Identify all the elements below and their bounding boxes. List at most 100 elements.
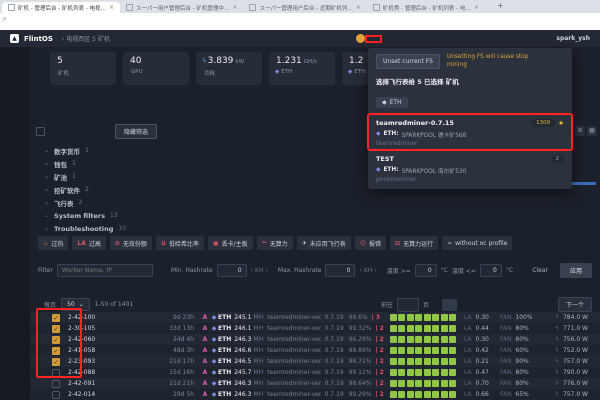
row-checkbox[interactable]: ✓ — [52, 358, 60, 366]
table-row[interactable]: ✓ 2-30-105 33d 13h A ◆ ETH 246.1 MH team… — [30, 323, 600, 334]
tab-title: 矿机秀 - 管理后台 - 矿机列表 - 电… — [383, 4, 471, 12]
min-hashrate-input[interactable] — [217, 264, 247, 277]
gpu-status-square — [415, 369, 422, 376]
sidebar-filter-group[interactable]: ⌄ 矿池 1 — [44, 170, 126, 183]
coin-filter-chip[interactable]: ◆ ETH — [376, 97, 408, 108]
page-button[interactable] — [532, 299, 547, 311]
apply-filters-button[interactable]: 应用 — [560, 263, 592, 278]
unit-dec-icon[interactable]: ‹ — [251, 267, 253, 274]
grid-view-icon[interactable]: ▦ — [587, 126, 597, 136]
unit-inc-icon[interactable]: › — [374, 267, 376, 274]
chevron-down-icon[interactable]: ⌄ — [44, 147, 49, 154]
sidebar-filter-group[interactable]: ⌄ 飞行表 2 — [44, 196, 126, 209]
hashrate-unit: MH — [253, 358, 263, 365]
trouble-chip[interactable]: ⊘ 无效份额 — [110, 236, 152, 250]
browser-tab[interactable]: スーパー用户管理后台 - 矿机管理中… × — [120, 2, 243, 13]
tab-close-icon[interactable]: × — [474, 4, 479, 11]
goto-label: 前往 — [381, 300, 393, 309]
worker-name[interactable]: 2-42-060 — [68, 336, 152, 343]
row-checkbox[interactable]: ✓ — [52, 336, 60, 344]
hide-filters-button[interactable]: 隐藏筛选 — [115, 124, 157, 139]
new-tab-button[interactable]: + — [497, 1, 504, 11]
row-checkbox[interactable]: ✓ — [52, 347, 60, 355]
row-checkbox[interactable]: ✓ — [52, 325, 60, 333]
trouble-chip[interactable]: LA 过高 — [72, 236, 105, 250]
tab-close-icon[interactable]: × — [232, 4, 237, 11]
sidebar-filter-group[interactable]: ⌄ System filters 13 — [44, 209, 126, 222]
worker-name[interactable]: 2-30-105 — [68, 325, 152, 332]
worker-name[interactable]: 2-41-058 — [68, 347, 152, 354]
sidebar-filter-group[interactable]: ⌄ Troubleshooting 10 — [44, 222, 126, 235]
power-icon: ϟ — [555, 391, 559, 398]
browser-tab[interactable]: 矿机 - 管理后台 - 矿机列表 - 电视… × — [2, 2, 120, 13]
unit-dec-icon[interactable]: ‹ — [359, 267, 361, 274]
page-button[interactable] — [478, 299, 493, 311]
select-all-checkbox[interactable] — [36, 127, 45, 136]
table-row[interactable]: ✓ 2-42-088 15d 16h A ◆ ETH 245.7 MH team… — [30, 367, 600, 378]
chevron-down-icon[interactable]: ⌄ — [44, 160, 49, 167]
trouble-chip[interactable]: ≈ without oc profile — [442, 236, 512, 250]
tab-close-icon[interactable]: × — [356, 4, 361, 11]
unset-current-fs-button[interactable]: Unset current FS — [376, 54, 440, 69]
chevron-down-icon[interactable]: ⌄ — [44, 186, 49, 193]
trouble-chip[interactable]: ▣ 丢卡/主板 — [208, 236, 253, 250]
la-label: LA — [464, 336, 472, 343]
page-button[interactable] — [514, 299, 529, 311]
page-button[interactable] — [442, 299, 457, 311]
trouble-chip[interactable]: ✈ 未应用飞行表 — [297, 236, 351, 250]
trouble-chip[interactable]: ⊡ 无算力运行 — [390, 236, 438, 250]
table-row[interactable]: ✓ 2-42-060 24d 4h A ◆ ETH 246.3 MH teamr… — [30, 334, 600, 345]
sidebar-filter-group[interactable]: ⌄ 数字货币 1 — [44, 144, 126, 157]
per-page-select[interactable]: 50 ⌄ — [61, 298, 90, 311]
trouble-chip[interactable]: ☹ 报错 — [355, 236, 386, 250]
breadcrumb[interactable]: ‹ 电视西区 5 矿机 — [62, 34, 110, 43]
worker-name[interactable]: 2-42-088 — [68, 369, 152, 376]
browser-tab[interactable]: スーパー管理用户后台 - 近期矿机列… × — [243, 2, 366, 13]
worker-name[interactable]: 2-23-093 — [68, 358, 152, 365]
trouble-chip[interactable]: ⇊ 低哈希比率 — [156, 236, 204, 250]
max-hashrate-input[interactable] — [325, 264, 355, 277]
table-row[interactable]: ✓ 2-23-093 21d 17h A ◆ ETH 246.5 MH team… — [30, 356, 600, 367]
toolbar-icon[interactable] — [356, 34, 365, 43]
filter-label: Filter — [38, 267, 53, 274]
chevron-down-icon[interactable]: ⌄ — [44, 173, 49, 180]
temp-unit: °C — [441, 267, 448, 274]
row-checkbox[interactable]: ✓ — [52, 369, 60, 377]
worker-name[interactable]: 2-42-091 — [68, 380, 152, 387]
username-label[interactable]: spark_ysh — [556, 35, 590, 42]
trouble-chip[interactable]: ♨ 过热 — [38, 236, 68, 250]
table-row[interactable]: ✓ 2-42-091 21d 21h A ◆ ETH 246.3 MH team… — [30, 378, 600, 389]
tab-close-icon[interactable]: × — [109, 4, 114, 11]
row-checkbox[interactable]: ✓ — [52, 380, 60, 388]
flight-sheet-item[interactable]: teamredminer-0.7.15 1309 ★ ◆ ETH: SPARKP… — [368, 114, 572, 150]
page-unit-label: 页 — [423, 300, 429, 309]
page-button[interactable] — [496, 299, 511, 311]
worker-name[interactable]: 2-42-100 — [68, 314, 152, 321]
temp-min-input[interactable] — [415, 264, 437, 277]
unit-inc-icon[interactable]: › — [265, 267, 267, 274]
sidebar-filter-group[interactable]: ⌄ 钱包 1 — [44, 157, 126, 170]
row-checkbox[interactable]: ✓ — [52, 314, 60, 322]
coin-icon: ◆ — [275, 69, 279, 75]
next-page-button[interactable]: 下一个 — [558, 297, 592, 312]
row-checkbox[interactable]: ✓ — [52, 391, 60, 399]
temp-max-input[interactable] — [480, 264, 502, 277]
page-button[interactable] — [460, 299, 475, 311]
chevron-down-icon[interactable]: ⌄ — [44, 199, 49, 206]
chevron-down-icon[interactable]: ⌄ — [44, 212, 49, 219]
trouble-chip[interactable]: ᶻᶻ 无算力 — [257, 236, 293, 250]
goto-page-input[interactable] — [397, 298, 419, 312]
worker-search-input[interactable] — [57, 264, 153, 277]
list-view-icon[interactable]: ≣ — [575, 126, 585, 136]
clear-filters-link[interactable]: Clear — [532, 267, 548, 274]
table-row[interactable]: ✓ 2-42-100 9d 23h A ◆ ETH 245.1 MH teamr… — [30, 312, 600, 323]
flight-sheet-item[interactable]: TEST 2 ★ ◆ ETH: SPARKPOOL 海尔矿530 phoenix… — [368, 150, 572, 186]
table-row[interactable]: ✓ 2-41-058 48d 3h A ◆ ETH 246.6 MH teamr… — [30, 345, 600, 356]
table-row[interactable]: ✓ 2-42-014 29d 5h A ◆ ETH 246.3 MH teamr… — [30, 389, 600, 400]
chevron-down-icon[interactable]: ⌄ — [44, 225, 49, 232]
chip-icon: ☹ — [360, 240, 366, 247]
worker-name[interactable]: 2-42-014 — [68, 391, 152, 398]
browser-tab[interactable]: 矿机秀 - 管理后台 - 矿机列表 - 电… × — [367, 2, 485, 13]
star-icon[interactable]: ★ — [558, 119, 564, 127]
sidebar-filter-group[interactable]: ⌄ 挖矿软件 2 — [44, 183, 126, 196]
